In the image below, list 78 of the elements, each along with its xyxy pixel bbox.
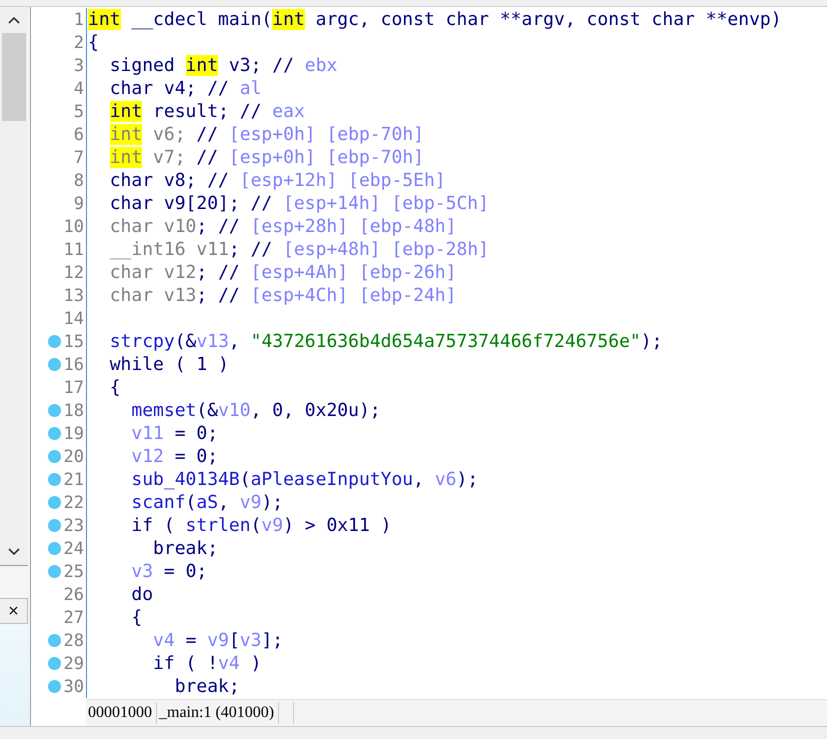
line-number: 11 xyxy=(64,240,84,260)
code-line: v4 = v9[v3]; xyxy=(152,630,284,651)
line-number: 13 xyxy=(64,286,84,306)
line-number: 1 xyxy=(72,10,84,30)
code-line: while ( 1 ) xyxy=(108,354,229,375)
code-line: do xyxy=(130,584,154,605)
code-line: int v7; // [esp+0h] [ebp-70h] xyxy=(108,147,424,168)
line-number: 16 xyxy=(64,354,84,374)
code-line: v3 = 0; xyxy=(130,561,208,582)
line-number: 27 xyxy=(64,608,84,628)
line-number: 19 xyxy=(64,424,84,444)
line-number: 25 xyxy=(64,562,84,582)
line-number: 18 xyxy=(64,400,84,420)
breakpoint-dot-icon[interactable] xyxy=(48,473,61,486)
code-line: sub_40134B(aPleaseInputYou, v6); xyxy=(130,469,478,490)
line-number: 15 xyxy=(64,332,84,352)
code-line: if ( strlen(v9) > 0x11 ) xyxy=(130,515,392,536)
code-line: char v8; // [esp+12h] [ebp-5Eh] xyxy=(108,170,446,191)
line-number: 30 xyxy=(64,676,84,696)
line-number: 17 xyxy=(64,378,84,398)
code-line: signed int v3; // ebx xyxy=(108,55,338,76)
line-number: 28 xyxy=(64,630,84,650)
code-line: if ( !v4 ) xyxy=(152,653,262,674)
breakpoint-dot-icon[interactable] xyxy=(48,450,61,463)
close-button[interactable]: × xyxy=(0,598,28,624)
line-number: 9 xyxy=(72,194,84,214)
breakpoint-dot-icon[interactable] xyxy=(48,358,61,371)
code-line: strcpy(&v13, "437261636b4d654a757374466f7246756e"); xyxy=(108,331,662,352)
line-number: 26 xyxy=(64,584,84,604)
breakpoint-dot-icon[interactable] xyxy=(48,519,61,532)
code-line: int result; // eax xyxy=(108,101,305,122)
code-line: char v9[20]; // [esp+14h] [ebp-5Ch] xyxy=(108,193,489,214)
breakpoint-dot-icon[interactable] xyxy=(48,634,61,647)
line-number: 2 xyxy=(72,32,84,52)
line-number: 20 xyxy=(64,446,84,466)
line-number: 29 xyxy=(64,654,84,674)
code-line: { xyxy=(88,32,99,53)
line-number: 4 xyxy=(72,78,84,98)
line-number: 6 xyxy=(72,124,84,144)
code-line: break; xyxy=(174,676,240,697)
line-number: 14 xyxy=(64,308,84,328)
code-line: v11 = 0; xyxy=(130,423,218,444)
line-number: 10 xyxy=(64,216,84,236)
breakpoint-dot-icon[interactable] xyxy=(48,542,61,555)
line-number: 5 xyxy=(72,102,84,122)
code-line: __int16 v11; // [esp+48h] [ebp-28h] xyxy=(108,239,489,260)
line-number: 21 xyxy=(64,470,84,490)
line-number: 3 xyxy=(72,56,84,76)
code-line: scanf(aS, v9); xyxy=(130,492,284,513)
chevron-up-icon xyxy=(7,15,21,25)
breakpoint-dot-icon[interactable] xyxy=(48,680,61,693)
code-line: int __cdecl main(int argc, const char **argv, const char **envp) xyxy=(88,9,782,30)
line-number: 23 xyxy=(64,516,84,536)
address-text: 00001000 xyxy=(86,702,157,724)
code-line: int v6; // [esp+0h] [ebp-70h] xyxy=(108,124,424,145)
code-line: v12 = 0; xyxy=(130,446,218,467)
breakpoint-dot-icon[interactable] xyxy=(48,404,61,417)
code-line: char v4; // al xyxy=(108,78,262,99)
code-line: { xyxy=(130,607,142,628)
scrollbar-thumb[interactable] xyxy=(2,33,26,121)
breakpoint-dot-icon[interactable] xyxy=(48,565,61,578)
breakpoint-dot-icon[interactable] xyxy=(48,496,61,509)
line-number: 8 xyxy=(72,170,84,190)
line-number: 22 xyxy=(64,492,84,512)
breakpoint-dot-icon[interactable] xyxy=(48,657,61,670)
code-line: { xyxy=(108,377,121,398)
code-line: memset(&v10, 0, 0x20u); xyxy=(130,400,381,421)
code-line: char v10; // [esp+28h] [ebp-48h] xyxy=(108,216,456,237)
line-number: 12 xyxy=(64,262,84,282)
location-text: _main:1 (401000) xyxy=(157,702,280,724)
breakpoint-dot-icon[interactable] xyxy=(48,427,61,440)
breakpoint-dot-icon[interactable] xyxy=(48,335,61,348)
code-line: break; xyxy=(152,538,218,559)
code-line: char v12; // [esp+4Ah] [ebp-26h] xyxy=(108,262,456,283)
line-number: 7 xyxy=(72,148,84,168)
code-line: char v13; // [esp+4Ch] [ebp-24h] xyxy=(108,285,456,306)
line-number: 24 xyxy=(64,538,84,558)
chevron-down-icon xyxy=(7,547,21,557)
